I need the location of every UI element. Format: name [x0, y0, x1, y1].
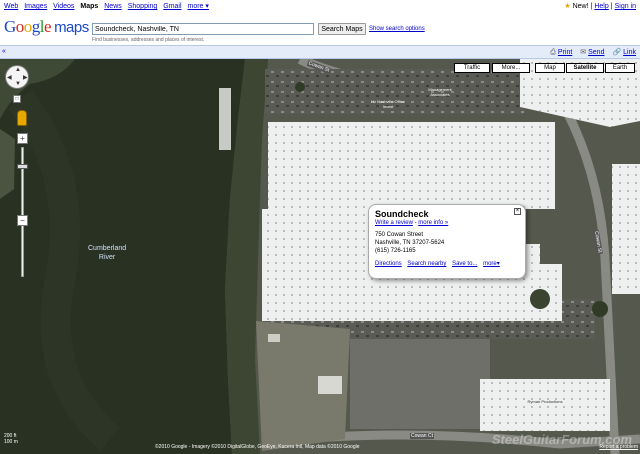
satellite-view-button[interactable]: Satellite — [566, 63, 604, 73]
nav-link-images[interactable]: Images — [24, 3, 47, 10]
search-maps-button[interactable]: Search Maps — [318, 23, 366, 35]
map-toolbar: « ⎙ Print ✉ Send 🔗 Link — [0, 45, 640, 59]
place-title: Soundcheck — [375, 209, 429, 219]
place-review-links: Write a review - more info » — [375, 220, 449, 226]
place-actions: Directions Search nearby Save to... more… — [375, 260, 519, 267]
sign-in-link[interactable]: Sign in — [615, 3, 636, 10]
new-label[interactable]: New! — [573, 3, 589, 10]
product-links: Web Images Videos Maps News Shopping Gma… — [4, 2, 213, 10]
earth-view-button[interactable]: Earth — [605, 63, 635, 73]
google-maps-logo[interactable]: Google maps — [4, 17, 89, 37]
write-review-link[interactable]: Write a review — [375, 220, 413, 226]
report-problem-link[interactable]: Report a problem — [599, 444, 638, 450]
river-label: Cumberland River — [88, 245, 127, 261]
close-icon[interactable]: × — [514, 208, 521, 215]
map-view-button[interactable]: Map — [535, 63, 565, 73]
search-input[interactable] — [92, 23, 314, 35]
search-nearby-link[interactable]: Search nearby — [407, 261, 446, 267]
pan-left-icon: ◀ — [7, 75, 12, 81]
more-layers-button[interactable]: More... — [492, 63, 530, 73]
business-label-productions: Ryman Productions — [527, 399, 563, 404]
traffic-button[interactable]: Traffic — [454, 63, 490, 73]
help-link[interactable]: Help — [594, 3, 608, 10]
nav-link-more[interactable]: more ▾ — [188, 3, 209, 10]
new-star-icon: ★ — [564, 3, 571, 10]
top-navigation-bar: Web Images Videos Maps News Shopping Gma… — [0, 0, 640, 12]
pan-down-icon: ▼ — [15, 81, 21, 87]
nav-link-shopping[interactable]: Shopping — [128, 3, 158, 10]
send-icon: ✉ — [580, 49, 587, 56]
scale-bar: 200 ft 100 m — [4, 433, 18, 445]
send-link[interactable]: Send — [588, 49, 604, 56]
logo-maps-text: maps — [54, 19, 89, 36]
more-actions-link[interactable]: more▾ — [483, 261, 500, 267]
more-info-link[interactable]: more info » — [418, 220, 448, 226]
search-hint: Find businesses, addresses and places of… — [92, 37, 205, 43]
account-links: ★ New! | Help | Sign in — [564, 3, 636, 10]
zoom-slider-thumb[interactable] — [17, 164, 28, 169]
zoom-in-button[interactable]: + — [17, 133, 28, 144]
nav-link-web[interactable]: Web — [4, 3, 18, 10]
nav-link-news[interactable]: News — [104, 3, 122, 10]
reset-icon[interactable]: □ — [13, 95, 21, 103]
navigation-controls: ▲ ▼ ◀ ▶ □ + − — [5, 65, 29, 277]
pan-right-icon: ▶ — [23, 75, 28, 81]
street-label-cowan-ct: Cowan Ct — [410, 433, 434, 439]
show-search-options-link[interactable]: Show search options — [369, 26, 425, 32]
street-view-pegman-icon[interactable] — [17, 110, 27, 126]
copyright-notice: ©2010 Google - Imagery ©2010 DigitalGlob… — [155, 444, 360, 450]
satellite-map[interactable]: Traffic More... Map Satellite Earth ▲ ▼ … — [0, 59, 640, 454]
print-icon: ⎙ — [550, 49, 556, 56]
link-link[interactable]: Link — [623, 49, 636, 56]
nav-link-videos[interactable]: Videos — [53, 3, 74, 10]
address-line-2: Nashville, TN 37207-5624 — [375, 240, 445, 246]
collapse-panel-button[interactable]: « — [2, 48, 6, 55]
save-to-link[interactable]: Save to... — [452, 261, 477, 267]
directions-link[interactable]: Directions — [375, 261, 402, 267]
link-icon: 🔗 — [612, 49, 622, 56]
place-address: 750 Cowan Street Nashville, TN 37207-562… — [375, 231, 519, 255]
address-line-1: 750 Cowan Street — [375, 232, 424, 238]
pan-up-icon: ▲ — [15, 67, 21, 73]
business-label-nashville-office: Hz Nashville Office Invest — [371, 99, 405, 109]
phone-number: (615) 726-1165 — [375, 248, 416, 254]
pan-control[interactable]: ▲ ▼ ◀ ▶ — [5, 65, 29, 89]
business-label-management: Management Associates — [428, 87, 452, 97]
nav-link-gmail[interactable]: Gmail — [163, 3, 181, 10]
zoom-out-button[interactable]: − — [17, 215, 28, 226]
place-info-window: × Soundcheck Write a review - more info … — [368, 204, 526, 279]
nav-link-maps: Maps — [80, 3, 99, 10]
map-actions: ⎙ Print ✉ Send 🔗 Link — [544, 48, 636, 57]
print-link[interactable]: Print — [558, 49, 572, 56]
